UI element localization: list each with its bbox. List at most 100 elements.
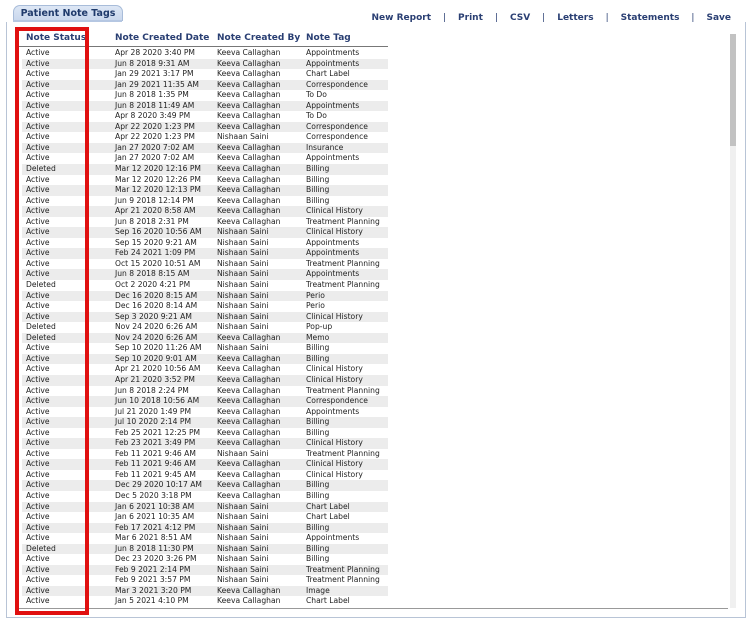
cell-note-created-date: Feb 25 2021 12:25 PM (115, 427, 201, 437)
cell-note-created-by: Keeva Callaghan (217, 585, 281, 595)
cell-note-created-by: Keeva Callaghan (217, 374, 281, 384)
cell-note-created-date: Apr 21 2020 8:58 AM (115, 206, 196, 216)
cell-note-created-by: Keeva Callaghan (217, 406, 281, 416)
note-status-column-highlight (15, 27, 89, 615)
cell-note-created-date: Jun 9 2018 12:14 PM (115, 195, 194, 205)
cell-note-created-by: Keeva Callaghan (217, 364, 281, 374)
cell-note-created-date: Jun 8 2018 2:31 PM (115, 216, 189, 226)
cell-note-created-by: Nishaan Saini (217, 280, 269, 290)
cell-note-created-date: Feb 23 2021 3:49 PM (115, 438, 196, 448)
cell-note-created-date: Jun 8 2018 1:35 PM (115, 90, 189, 100)
cell-note-created-date: Feb 11 2021 9:46 AM (115, 459, 196, 469)
scrollbar-thumb[interactable] (730, 34, 736, 146)
column-header-note-tag[interactable]: Note Tag (306, 33, 351, 43)
cell-note-created-date: Jul 10 2020 2:14 PM (115, 417, 191, 427)
cell-note-created-by: Keeva Callaghan (217, 153, 281, 163)
cell-note-created-by: Keeva Callaghan (217, 69, 281, 79)
cell-note-created-by: Keeva Callaghan (217, 385, 281, 395)
csv-link[interactable]: CSV (510, 13, 530, 23)
cell-note-tag: Billing (306, 353, 330, 363)
cell-note-created-date: Jun 8 2018 9:31 AM (115, 58, 190, 68)
cell-note-tag: Appointments (306, 237, 360, 247)
cell-note-tag: Clinical History (306, 311, 363, 321)
cell-note-tag: Billing (306, 185, 330, 195)
cell-note-created-by: Keeva Callaghan (217, 111, 281, 121)
cell-note-created-by: Nishaan Saini (217, 522, 269, 532)
cell-note-created-date: Mar 3 2021 3:20 PM (115, 585, 192, 595)
cell-note-created-date: Apr 21 2020 10:56 AM (115, 364, 201, 374)
cell-note-created-date: Sep 15 2020 9:21 AM (115, 237, 197, 247)
cell-note-tag: Correspondence (306, 132, 368, 142)
cell-note-tag: Appointments (306, 406, 360, 416)
cell-note-tag: Clinical History (306, 364, 363, 374)
cell-note-tag: Perio (306, 301, 325, 311)
column-header-note-created-by[interactable]: Note Created By (217, 33, 300, 43)
cell-note-created-by: Keeva Callaghan (217, 480, 281, 490)
cell-note-tag: Appointments (306, 48, 360, 57)
cell-note-tag: Appointments (306, 533, 360, 543)
cell-note-created-by: Keeva Callaghan (217, 195, 281, 205)
cell-note-created-by: Nishaan Saini (217, 311, 269, 321)
cell-note-tag: Chart Label (306, 512, 350, 522)
cell-note-created-date: Apr 21 2020 3:52 PM (115, 374, 195, 384)
cell-note-tag: Billing (306, 164, 330, 174)
cell-note-created-date: Jun 8 2018 11:49 AM (115, 100, 195, 110)
statements-link[interactable]: Statements (621, 13, 680, 23)
tab-patient-note-tags[interactable]: Patient Note Tags (13, 5, 123, 21)
cell-note-tag: Chart Label (306, 69, 350, 79)
cell-note-created-date: Sep 3 2020 9:21 AM (115, 311, 192, 321)
cell-note-tag: Billing (306, 417, 330, 427)
cell-note-created-by: Keeva Callaghan (217, 396, 281, 406)
new-report-link[interactable]: New Report (372, 13, 431, 23)
cell-note-tag: Correspondence (306, 79, 368, 89)
cell-note-tag: Clinical History (306, 206, 363, 216)
letters-link[interactable]: Letters (557, 13, 593, 23)
cell-note-created-by: Keeva Callaghan (217, 142, 281, 152)
cell-note-created-by: Nishaan Saini (217, 533, 269, 543)
cell-note-created-date: Jun 8 2018 11:30 PM (115, 543, 194, 553)
cell-note-created-date: Nov 24 2020 6:26 AM (115, 332, 198, 342)
column-header-note-created-date[interactable]: Note Created Date (115, 33, 209, 43)
cell-note-created-date: Nov 24 2020 6:26 AM (115, 322, 198, 332)
cell-note-created-by: Nishaan Saini (217, 512, 269, 522)
cell-note-created-date: Jan 29 2021 3:17 PM (115, 69, 194, 79)
cell-note-tag: Image (306, 585, 330, 595)
cell-note-created-by: Keeva Callaghan (217, 438, 281, 448)
cell-note-created-date: Jun 8 2018 8:15 AM (115, 269, 190, 279)
print-link[interactable]: Print (458, 13, 483, 23)
cell-note-tag: Treatment Planning (306, 280, 380, 290)
cell-note-created-date: Dec 5 2020 3:18 PM (115, 490, 192, 500)
cell-note-created-by: Keeva Callaghan (217, 216, 281, 226)
cell-note-tag: Appointments (306, 248, 360, 258)
cell-note-created-by: Keeva Callaghan (217, 100, 281, 110)
cell-note-created-date: Feb 11 2021 9:45 AM (115, 469, 196, 479)
cell-note-created-by: Keeva Callaghan (217, 206, 281, 216)
cell-note-created-by: Keeva Callaghan (217, 174, 281, 184)
cell-note-created-date: Jan 27 2020 7:02 AM (115, 153, 195, 163)
cell-note-tag: Billing (306, 522, 330, 532)
toolbar-separator: | (605, 13, 609, 23)
cell-note-created-by: Nishaan Saini (217, 132, 269, 142)
toolbar-separator: | (443, 13, 447, 23)
cell-note-tag: Clinical History (306, 469, 363, 479)
cell-note-created-by: Nishaan Saini (217, 448, 269, 458)
table-bottom-divider (19, 608, 728, 609)
cell-note-created-by: Keeva Callaghan (217, 58, 281, 68)
cell-note-created-date: Feb 9 2021 2:14 PM (115, 564, 191, 574)
cell-note-tag: Pop-up (306, 322, 333, 332)
cell-note-created-by: Nishaan Saini (217, 501, 269, 511)
cell-note-tag: Billing (306, 490, 330, 500)
cell-note-created-date: Apr 8 2020 3:49 PM (115, 111, 191, 121)
cell-note-created-date: Dec 29 2020 10:17 AM (115, 480, 202, 490)
cell-note-created-by: Nishaan Saini (217, 290, 269, 300)
cell-note-created-date: Mar 6 2021 8:51 AM (115, 533, 192, 543)
cell-note-tag: Billing (306, 195, 330, 205)
cell-note-created-date: Mar 12 2020 12:13 PM (115, 185, 201, 195)
cell-note-created-by: Keeva Callaghan (217, 332, 281, 342)
cell-note-tag: Clinical History (306, 459, 363, 469)
cell-note-created-by: Nishaan Saini (217, 237, 269, 247)
cell-note-created-by: Nishaan Saini (217, 322, 269, 332)
cell-note-created-date: Oct 2 2020 4:21 PM (115, 280, 191, 290)
save-link[interactable]: Save (706, 13, 731, 23)
cell-note-tag: Billing (306, 554, 330, 564)
